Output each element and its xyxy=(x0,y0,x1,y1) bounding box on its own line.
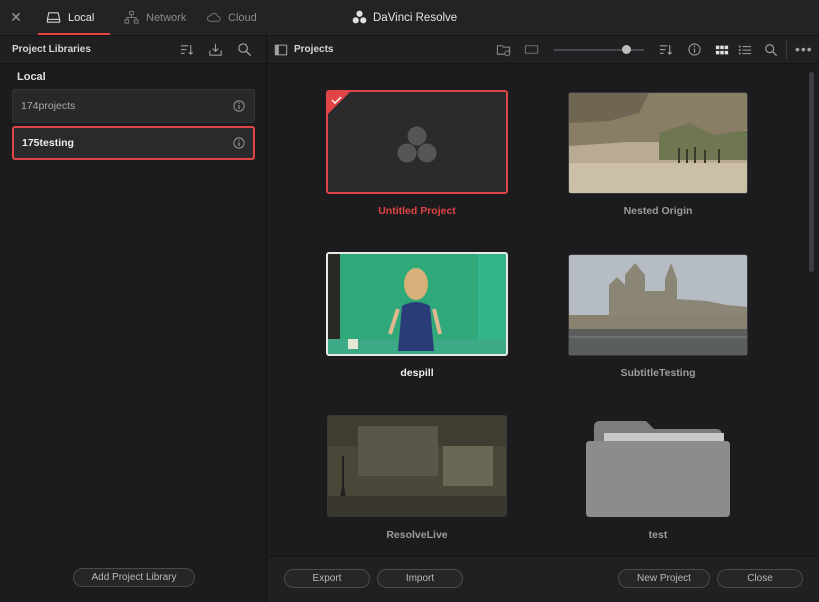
cloud-icon xyxy=(206,13,221,22)
search-icon[interactable] xyxy=(764,43,778,57)
library-group-label: Local xyxy=(17,71,46,83)
grid-view-icon[interactable] xyxy=(715,43,729,57)
hard-drive-icon xyxy=(46,12,61,23)
projects-scrollbar[interactable] xyxy=(809,72,814,272)
project-name-untitled: Untitled Project xyxy=(378,205,456,217)
sort-icon[interactable] xyxy=(179,42,194,57)
despill-thumbnail-image xyxy=(328,254,506,354)
more-options-icon[interactable]: ••• xyxy=(795,41,813,57)
project-name-resolve-live: ResolveLive xyxy=(386,529,448,541)
project-thumbnail-nested-origin[interactable] xyxy=(568,92,748,194)
header-divider xyxy=(786,40,787,60)
close-icon[interactable]: ✕ xyxy=(8,9,24,25)
close-label: Close xyxy=(747,573,773,584)
close-button[interactable]: Close xyxy=(717,569,803,588)
thumbnail-size-slider-knob[interactable] xyxy=(622,45,631,54)
projects-title: Projects xyxy=(294,44,334,55)
library-item-174projects[interactable]: 174projects xyxy=(12,89,255,123)
library-item-label: 174projects xyxy=(21,100,76,112)
import-button[interactable]: Import xyxy=(377,569,463,588)
new-project-button[interactable]: New Project xyxy=(618,569,710,588)
project-folder-test[interactable] xyxy=(568,415,748,517)
resolve-live-thumbnail-image xyxy=(328,416,506,516)
add-project-library-label: Add Project Library xyxy=(91,572,177,583)
info-icon[interactable] xyxy=(233,100,245,112)
tab-local[interactable]: Local xyxy=(37,0,111,35)
projects-bottom-bar: Export Import New Project Close xyxy=(268,556,819,602)
untitled-project-placeholder xyxy=(328,92,506,192)
search-icon[interactable] xyxy=(237,42,252,57)
panel-title: Project Libraries xyxy=(12,44,91,55)
project-name-nested-origin: Nested Origin xyxy=(623,205,693,217)
nested-origin-thumbnail-image xyxy=(569,93,747,193)
app-title-text: DaVinci Resolve xyxy=(373,11,458,24)
project-name-despill: despill xyxy=(400,367,434,379)
app-title: DaVinci Resolve xyxy=(352,10,457,25)
project-thumbnail-untitled[interactable] xyxy=(326,90,508,194)
tab-network[interactable]: Network xyxy=(124,0,186,35)
sort-icon[interactable] xyxy=(658,42,673,57)
project-libraries-header: Project Libraries xyxy=(0,36,266,64)
folder-icon xyxy=(586,421,730,517)
add-project-library-button[interactable]: Add Project Library xyxy=(73,568,195,587)
subtitle-testing-thumbnail-image xyxy=(569,255,747,355)
project-thumbnail-resolve-live[interactable] xyxy=(327,415,507,517)
thumbnail-size-small-icon[interactable] xyxy=(524,42,539,57)
project-libraries-panel: Project Libraries Local 174projects 175t… xyxy=(0,36,267,602)
info-icon[interactable] xyxy=(688,43,701,56)
tab-cloud-label: Cloud xyxy=(228,11,257,24)
network-icon xyxy=(124,10,139,24)
project-thumbnail-subtitle-testing[interactable] xyxy=(568,254,748,356)
tab-local-label: Local xyxy=(68,11,95,24)
top-bar: ✕ Local Network Cloud DaVinci Resolve xyxy=(0,0,819,36)
toggle-sidebar-icon[interactable] xyxy=(274,43,288,57)
projects-header: Projects ••• xyxy=(268,36,819,64)
projects-grid: Untitled Project Nested Origin despill S… xyxy=(268,65,808,553)
new-folder-icon[interactable] xyxy=(496,42,511,57)
davinci-logo-icon xyxy=(352,10,367,24)
import-library-icon[interactable] xyxy=(208,42,223,57)
export-button[interactable]: Export xyxy=(284,569,370,588)
tab-network-label: Network xyxy=(146,11,187,24)
import-label: Import xyxy=(405,573,435,584)
project-name-subtitle-testing: SubtitleTesting xyxy=(620,367,696,379)
tab-cloud[interactable]: Cloud xyxy=(206,0,257,35)
list-view-icon[interactable] xyxy=(738,43,752,57)
projects-panel: Projects ••• Untitled Project Nested Ori… xyxy=(268,36,819,602)
export-label: Export xyxy=(312,573,342,584)
info-icon[interactable] xyxy=(233,137,245,149)
new-project-label: New Project xyxy=(637,573,691,584)
project-thumbnail-despill[interactable] xyxy=(326,252,508,356)
library-item-175testing[interactable]: 175testing xyxy=(12,126,255,160)
project-name-test: test xyxy=(648,529,668,541)
library-item-label: 175testing xyxy=(22,137,74,149)
